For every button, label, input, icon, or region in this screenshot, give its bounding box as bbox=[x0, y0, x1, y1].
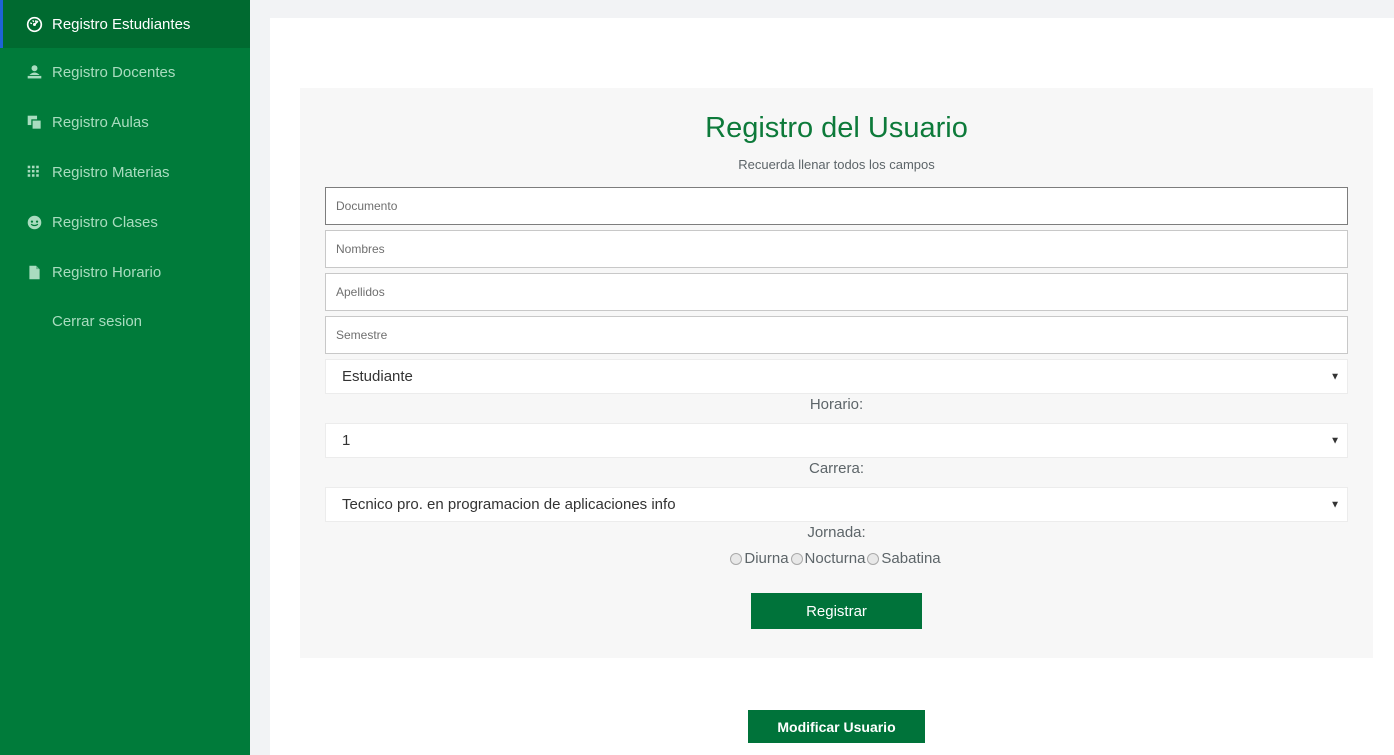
radio-button[interactable] bbox=[730, 552, 743, 565]
sidebar-item-registro-clases[interactable]: Registro Clases bbox=[0, 198, 250, 246]
registration-form: Registro del Usuario Recuerda llenar tod… bbox=[300, 88, 1373, 658]
chevron-down-icon: ▼ bbox=[1330, 435, 1340, 446]
rol-select-value: Estudiante bbox=[342, 368, 413, 385]
main-content: Registro del Usuario Recuerda llenar tod… bbox=[270, 18, 1394, 755]
teacher-icon bbox=[25, 63, 43, 81]
sidebar-item-registro-horario[interactable]: Registro Horario bbox=[0, 248, 250, 296]
face-icon bbox=[25, 213, 43, 231]
sidebar-item-registro-aulas[interactable]: Registro Aulas bbox=[0, 98, 250, 146]
sidebar-item-label: Registro Estudiantes bbox=[52, 15, 191, 33]
jornada-option-diurna[interactable]: Diurna bbox=[730, 550, 789, 567]
nombres-input[interactable] bbox=[325, 230, 1348, 268]
sidebar-item-label: Registro Materias bbox=[52, 163, 170, 181]
registrar-button[interactable]: Registrar bbox=[751, 593, 922, 629]
sidebar-item-label: Registro Docentes bbox=[52, 63, 176, 81]
sidebar-item-label: Registro Clases bbox=[52, 213, 158, 231]
apellidos-input[interactable] bbox=[325, 273, 1348, 311]
dashboard-icon bbox=[25, 15, 43, 33]
sidebar: Registro Estudiantes Registro Docentes R… bbox=[0, 0, 250, 755]
horario-select-value: 1 bbox=[342, 432, 351, 449]
horario-select[interactable]: 1 ▼ bbox=[325, 423, 1348, 458]
grid-icon bbox=[25, 163, 43, 181]
document-icon bbox=[25, 263, 43, 281]
horario-label: Horario: bbox=[809, 396, 864, 413]
jornada-option-sabatina[interactable]: Sabatina bbox=[867, 550, 941, 567]
chevron-down-icon: ▼ bbox=[1330, 371, 1340, 382]
classroom-icon bbox=[25, 113, 43, 131]
form-subtitle: Recuerda llenar todos los campos bbox=[738, 157, 935, 172]
chevron-down-icon: ▼ bbox=[1330, 499, 1340, 510]
sidebar-item-label: Cerrar sesion bbox=[52, 312, 143, 330]
rol-select[interactable]: Estudiante ▼ bbox=[325, 359, 1348, 394]
carrera-label: Carrera: bbox=[808, 460, 864, 477]
modificar-usuario-button[interactable]: Modificar Usuario bbox=[748, 710, 925, 743]
sidebar-item-registro-docentes[interactable]: Registro Docentes bbox=[0, 48, 250, 96]
sidebar-item-label: Registro Aulas bbox=[52, 113, 149, 131]
semestre-input[interactable] bbox=[325, 316, 1348, 354]
carrera-select[interactable]: Tecnico pro. en programacion de aplicaci… bbox=[325, 487, 1348, 522]
jornada-option-nocturna[interactable]: Nocturna bbox=[790, 550, 865, 567]
sidebar-item-cerrar-sesion[interactable]: Cerrar sesion bbox=[0, 297, 250, 345]
sidebar-item-label: Registro Horario bbox=[52, 263, 162, 281]
sidebar-item-registro-estudiantes[interactable]: Registro Estudiantes bbox=[0, 0, 250, 48]
documento-input[interactable] bbox=[325, 187, 1348, 225]
sidebar-item-registro-materias[interactable]: Registro Materias bbox=[0, 148, 250, 196]
carrera-select-value: Tecnico pro. en programacion de aplicaci… bbox=[342, 496, 676, 513]
radio-button[interactable] bbox=[867, 552, 880, 565]
form-title: Registro del Usuario bbox=[705, 112, 968, 144]
radio-button[interactable] bbox=[790, 552, 803, 565]
jornada-label: Jornada: bbox=[807, 524, 866, 541]
jornada-radio-group: Diurna Nocturna Sabatina bbox=[300, 550, 1373, 567]
